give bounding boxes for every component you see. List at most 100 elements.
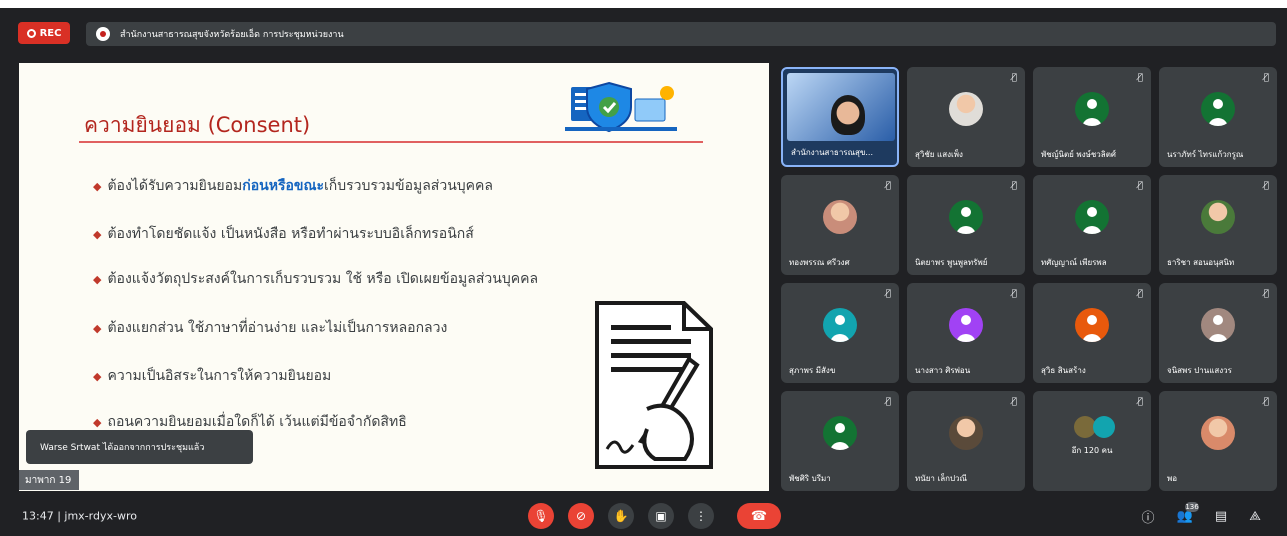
mic-muted-icon: 🎙̸	[885, 289, 891, 299]
mic-muted-icon: 🎙̸	[1263, 181, 1269, 191]
more-vert-icon: ⋮	[695, 509, 707, 523]
participant-tile[interactable]: 🎙̸ พัชญ์นิตย์ พงษ์ชวลิตศ์	[1033, 67, 1151, 167]
hand-icon: ✋	[613, 509, 629, 523]
participant-tile[interactable]: 🎙̸ พอ	[1159, 391, 1277, 491]
participant-tile[interactable]: 🎙̸ สุภาพร มีสังข	[781, 283, 899, 383]
diamond-bullet-icon: ◆	[93, 228, 102, 241]
mic-off-button[interactable]: 🎙	[528, 503, 554, 529]
profile-photo	[823, 200, 857, 234]
bullet-6-text: ถอนความยินยอมเมื่อใดก็ได้ เว้นแต่มีข้อจำ…	[107, 414, 407, 430]
participant-name: นิตยาพร พูนพูลทรัพย์	[915, 258, 988, 267]
meeting-details-button[interactable]: ⓘ	[1138, 506, 1158, 526]
bullet-4-text: ต้องแยกส่วน ใช้ภาษาที่อ่านง่าย และไม่เป็…	[107, 320, 448, 336]
profile-photo	[949, 416, 983, 450]
profile-photo	[1201, 416, 1235, 450]
camera-off-button[interactable]: ⊘	[568, 503, 594, 529]
avatar-icon	[1201, 92, 1235, 126]
raise-hand-button[interactable]: ✋	[608, 503, 634, 529]
participant-name: พอ	[1167, 474, 1178, 483]
bullet-5-text: ความเป็นอิสระในการให้ความยินยอม	[107, 368, 332, 384]
participant-name: จนิสพร ปานแสงวร	[1167, 366, 1232, 375]
participant-name: ธาริชา สอนอนุสนิท	[1167, 258, 1235, 267]
mic-muted-icon: 🎙̸	[1137, 397, 1143, 407]
avatar-icon	[1075, 200, 1109, 234]
present-screen-icon: ▣	[655, 509, 667, 523]
participant-tile[interactable]: 🎙̸ ทนัยา เล็กปวณี	[907, 391, 1025, 491]
title-underline	[79, 141, 703, 143]
participant-name: ทองพรรณ ศรีวงศ	[789, 258, 850, 267]
diamond-bullet-icon: ◆	[93, 416, 102, 429]
info-icon: ⓘ	[1141, 510, 1155, 526]
meeting-info: 13:47 | jmx-rdyx-wro	[22, 509, 137, 523]
participant-name: สุภาพร มีสังข	[789, 366, 836, 375]
recording-label: REC	[39, 27, 62, 39]
signing-document-icon	[595, 301, 713, 469]
participant-name: ทนัยา เล็กปวณี	[915, 474, 967, 483]
more-options-button[interactable]: ⋮	[688, 503, 714, 529]
avatar-icon	[949, 308, 983, 342]
avatar-icon	[949, 200, 983, 234]
bullet-1: ◆ ต้องได้รับความยินยอมก่อนหรือขณะเก็บรวบร…	[93, 175, 493, 197]
chat-icon: ▤	[1214, 508, 1228, 524]
participant-name: สำนักงานสาธารณสุข...	[791, 148, 874, 157]
diamond-bullet-icon: ◆	[93, 322, 102, 335]
bullet-5: ◆ ความเป็นอิสระในการให้ความยินยอม	[93, 365, 331, 387]
mic-muted-icon: 🎙̸	[1137, 181, 1143, 191]
activities-icon: ⟁	[1249, 508, 1261, 524]
participant-tile[interactable]: 🎙̸ ทองพรรณ ศรีวงศ	[781, 175, 899, 275]
organization-logo-icon	[96, 27, 110, 41]
mic-muted-icon: 🎙̸	[1137, 73, 1143, 83]
participant-tile[interactable]: 🎙̸ สุวิชัย แสงเพ็ง	[907, 67, 1025, 167]
participant-tile[interactable]: 🎙̸ นางสาว ศิรพ่อน	[907, 283, 1025, 383]
speaker-video	[787, 73, 895, 141]
participant-name: สุวิชัย แสงเพ็ง	[915, 150, 963, 159]
recording-indicator: REC	[18, 22, 70, 44]
participant-tile[interactable]: 🎙̸ ทศัญญาณ์ เพียรพล	[1033, 175, 1151, 275]
top-edge	[0, 0, 1287, 8]
mic-muted-icon: 🎙̸	[1137, 289, 1143, 299]
bullet-2-text: ต้องทำโดยชัดแจ้ง เป็นหนังสือ หรือทำผ่านร…	[107, 226, 474, 242]
diamond-bullet-icon: ◆	[93, 370, 102, 383]
participant-tile[interactable]: 🎙̸ อีก 120 คน	[1033, 391, 1151, 491]
mic-muted-icon: 🎙̸	[1263, 73, 1269, 83]
participant-tile[interactable]: 🎙̸ นิตยาพร พูนพูลทรัพย์	[907, 175, 1025, 275]
participant-tile[interactable]: 🎙̸ จนิสพร ปานแสงวร	[1159, 283, 1277, 383]
activities-button[interactable]: ⟁	[1245, 506, 1265, 526]
profile-photo	[949, 92, 983, 126]
participant-tile[interactable]: 🎙̸ ธาริชา สอนอนุสนิท	[1159, 175, 1277, 275]
bullet-3-text: ต้องแจ้งวัตถุประสงค์ในการเก็บรวบรวม ใช้ …	[107, 271, 539, 287]
bullet-1-emphasis: ก่อนหรือขณะ	[242, 178, 324, 194]
mic-muted-icon: 🎙̸	[1011, 289, 1017, 299]
participant-name: ทศัญญาณ์ เพียรพล	[1041, 258, 1107, 267]
people-count-badge: 136	[1185, 502, 1199, 512]
participant-name: สุวิธ สินสร้าง	[1041, 366, 1086, 375]
avatar-icon	[1075, 92, 1109, 126]
bullet-3: ◆ ต้องแจ้งวัตถุประสงค์ในการเก็บรวบรวม ใช้…	[93, 268, 538, 290]
meeting-title: สำนักงานสาธารณสุขจังหวัดร้อยเอ็ด การประช…	[120, 30, 344, 40]
mic-muted-icon: 🎙̸	[1011, 73, 1017, 83]
presentation-slide: ความยินยอม (Consent) ◆ ต้องได้รับความยินย…	[19, 63, 769, 491]
avatar-icon	[1201, 308, 1235, 342]
profile-photo	[1201, 200, 1235, 234]
participant-tile[interactable]: 🎙̸ พัชศิริ บรีมา	[781, 391, 899, 491]
diamond-bullet-icon: ◆	[93, 273, 102, 286]
end-call-button[interactable]: ☎	[737, 503, 781, 529]
hang-up-icon: ☎	[750, 508, 768, 524]
bullet-1-text-end: เก็บรวบรวมข้อมูลส่วนบุคคล	[323, 178, 493, 194]
participant-name: พัชศิริ บรีมา	[789, 474, 831, 483]
present-button[interactable]: ▣	[648, 503, 674, 529]
participant-name: นราภัทร์ ไทรแก้วกรูณ	[1167, 150, 1244, 159]
participant-tile[interactable]: 🎙̸ สุวิธ สินสร้าง	[1033, 283, 1151, 383]
slide-page-indicator: มาพาก 19	[19, 470, 79, 490]
bullet-1-text: ต้องได้รับความยินยอม	[107, 178, 243, 194]
record-dot-icon	[26, 28, 36, 38]
meeting-title-bar: สำนักงานสาธารณสุขจังหวัดร้อยเอ็ด การประช…	[86, 22, 1276, 46]
chat-button[interactable]: ▤	[1211, 506, 1231, 526]
participant-tile[interactable]: 🎙̸สำนักงานสาธารณสุข...	[781, 67, 899, 167]
top-bar: REC สำนักงานสาธารณสุขจังหวัดร้อยเอ็ด การ…	[0, 8, 1287, 54]
avatar-icon	[823, 308, 857, 342]
participant-tile[interactable]: 🎙̸ นราภัทร์ ไทรแก้วกรูณ	[1159, 67, 1277, 167]
avatar-icon	[823, 416, 857, 450]
participant-name: นางสาว ศิรพ่อน	[915, 366, 971, 375]
mic-muted-icon: 🎙̸	[1263, 289, 1269, 299]
